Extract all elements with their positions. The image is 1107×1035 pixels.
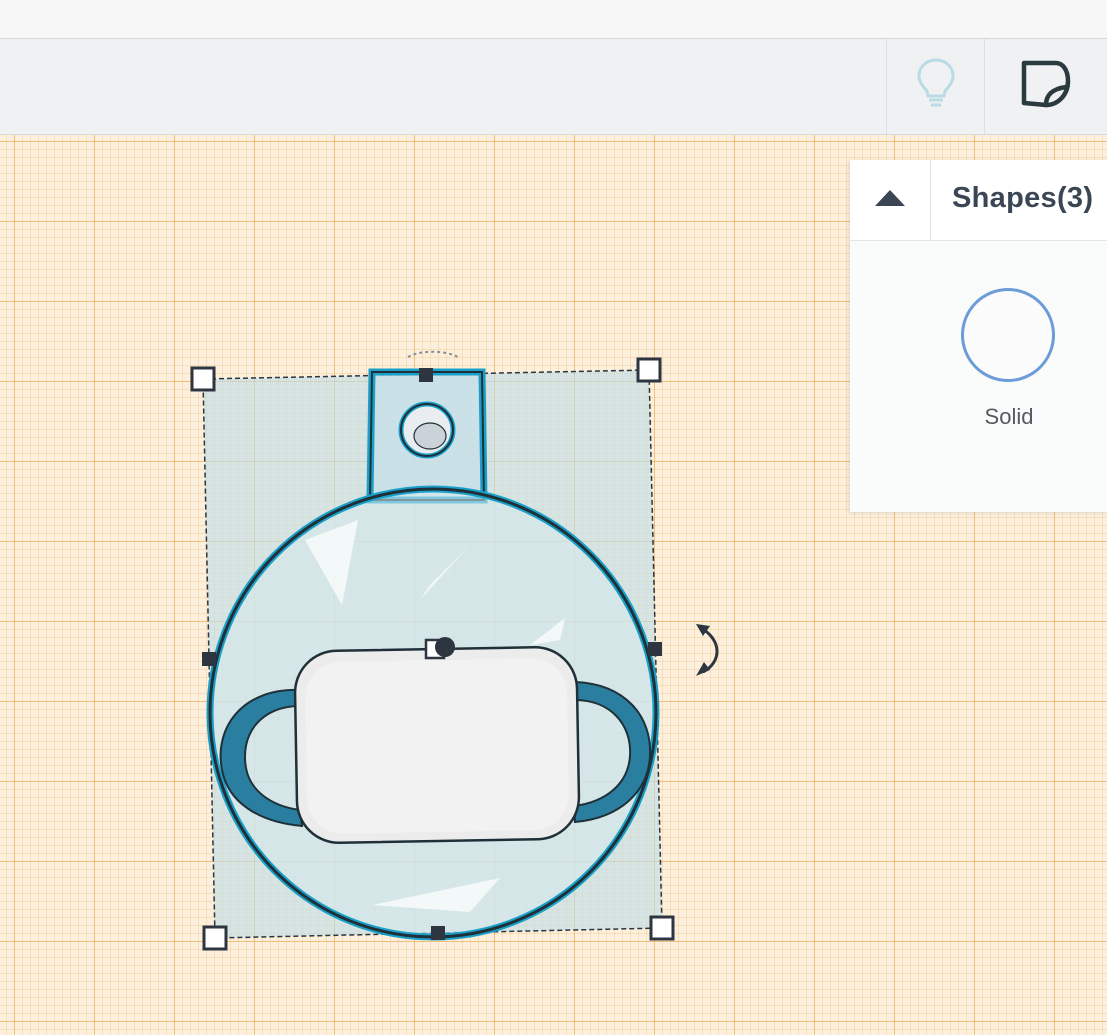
collapse-inspector-button[interactable] — [850, 160, 931, 240]
inspector-header: Shapes(3) — [850, 160, 1107, 241]
rotate-arrows-icon[interactable] — [696, 624, 719, 676]
edge-handle-bottom[interactable] — [431, 926, 445, 940]
edge-handle-left[interactable] — [202, 652, 216, 666]
solid-swatch[interactable] — [961, 288, 1055, 382]
corner-handle-top-left[interactable] — [190, 366, 216, 392]
edge-handle-right[interactable] — [648, 642, 662, 656]
scene-view — [190, 350, 719, 951]
corner-handle-top-right[interactable] — [636, 357, 662, 383]
hanging-tab-shape[interactable] — [366, 368, 488, 504]
inspector-title: Shapes(3) — [952, 182, 1094, 214]
caret-up-icon — [874, 189, 906, 212]
tinkercad-editor: Shapes(3) Solid — [0, 0, 1107, 1035]
edge-handle-top[interactable] — [419, 368, 433, 382]
height-handle[interactable] — [435, 637, 455, 657]
corner-handle-bottom-right[interactable] — [649, 915, 675, 941]
rotate-arc-top[interactable] — [407, 350, 459, 358]
solid-label: Solid — [984, 404, 1034, 429]
solid-color-option[interactable]: Solid — [958, 288, 1062, 430]
corner-handle-bottom-left[interactable] — [202, 925, 228, 951]
shape-inspector-panel: Shapes(3) Solid — [850, 160, 1107, 512]
